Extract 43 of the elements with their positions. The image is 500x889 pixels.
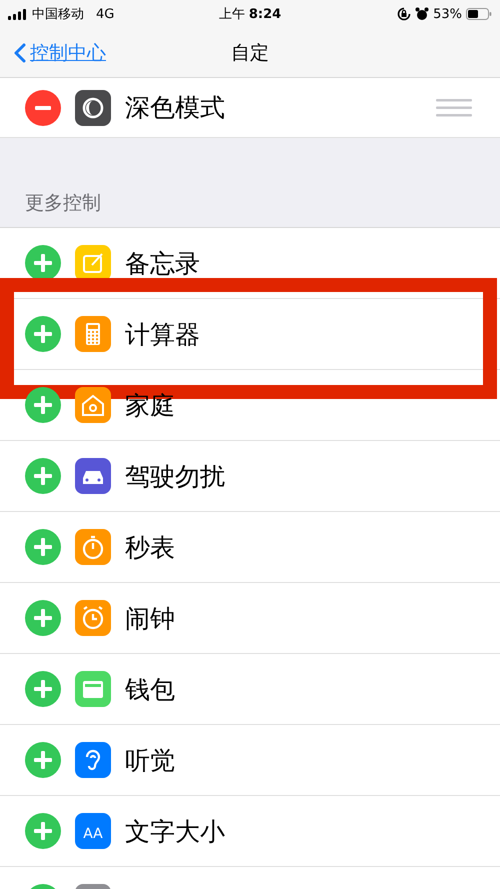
alarm-icon xyxy=(415,7,430,21)
minus-icon xyxy=(35,106,51,110)
add-button[interactable] xyxy=(25,742,61,778)
add-button[interactable] xyxy=(25,316,61,352)
control-label: 闹钟 xyxy=(125,602,175,634)
add-button[interactable] xyxy=(25,458,61,494)
add-button[interactable] xyxy=(25,245,61,281)
plus-icon xyxy=(34,325,52,343)
plus-icon xyxy=(34,538,52,556)
plus-icon xyxy=(34,396,52,414)
status-time: 上午 8:24 xyxy=(218,6,282,23)
control-label: 备忘录 xyxy=(125,248,200,280)
back-button[interactable]: 控制中心 xyxy=(0,40,106,66)
control-label: 钱包 xyxy=(125,674,175,706)
battery-icon xyxy=(466,8,492,20)
plus-icon xyxy=(34,680,52,698)
control-label: 听觉 xyxy=(125,744,175,776)
control-label: 计算器 xyxy=(125,318,200,350)
remove-button[interactable] xyxy=(25,90,61,126)
control-label: 深色模式 xyxy=(125,92,225,124)
plus-icon xyxy=(34,609,52,627)
plus-icon xyxy=(34,467,52,485)
add-button[interactable] xyxy=(25,529,61,565)
reorder-handle-icon[interactable] xyxy=(436,98,472,118)
add-button[interactable] xyxy=(25,600,61,636)
control-label: 秒表 xyxy=(125,532,175,564)
plus-icon xyxy=(34,822,52,840)
control-label: 家庭 xyxy=(125,390,175,422)
control-label: 文字大小 xyxy=(125,816,225,848)
plus-icon xyxy=(34,751,52,769)
battery-percent: 53% xyxy=(433,6,462,22)
add-button[interactable] xyxy=(25,387,61,423)
signal-icon xyxy=(8,8,28,20)
network-type: 4G xyxy=(96,6,114,22)
text-size-icon: AA xyxy=(75,813,111,849)
add-button[interactable] xyxy=(25,671,61,707)
add-button[interactable] xyxy=(25,813,61,849)
nav-title: 自定 xyxy=(231,40,269,66)
control-label: 驾驶勿扰 xyxy=(125,460,225,492)
carrier-name: 中国移动 xyxy=(32,6,84,23)
chevron-left-icon xyxy=(14,42,26,62)
plus-icon xyxy=(34,254,52,272)
rotation-lock-icon xyxy=(397,7,412,21)
